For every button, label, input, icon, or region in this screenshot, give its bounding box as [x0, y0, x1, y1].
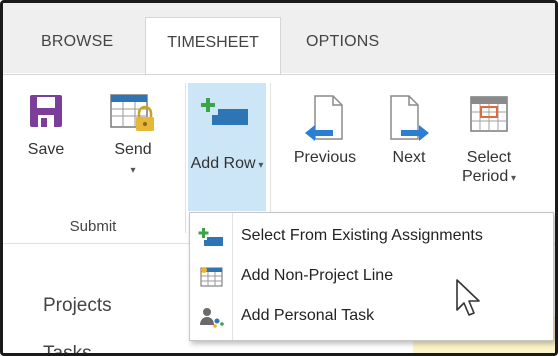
previous-period-icon [305, 95, 343, 141]
add-row-dropdown-caret-icon: ▾ [255, 160, 264, 171]
app-window: BROWSE TIMESHEET OPTIONS Save Send ▾ Sub… [0, 0, 558, 356]
previous-label: Previous [293, 149, 357, 166]
add-row-button[interactable]: Add Row ▾ [188, 83, 266, 211]
tab-timesheet[interactable]: TIMESHEET [145, 17, 281, 75]
menu-item-add-personal-task[interactable]: Add Personal Task [190, 297, 553, 337]
menu-item-label: Add Non-Project Line [241, 267, 394, 284]
left-nav-item-projects[interactable]: Projects [43, 295, 112, 317]
menu-item-label: Select From Existing Assignments [241, 227, 483, 244]
group-separator [185, 83, 186, 233]
tab-options[interactable]: OPTIONS [306, 33, 379, 51]
left-nav-item-tasks[interactable]: Tasks [43, 343, 92, 353]
tab-timesheet-label: TIMESHEET [167, 34, 259, 51]
save-icon [30, 95, 62, 127]
calendar-icon [470, 96, 508, 132]
mouse-cursor-icon [456, 279, 480, 316]
menu-item-select-existing-assignments[interactable]: Select From Existing Assignments [190, 217, 553, 257]
existing-assignments-icon [198, 228, 223, 246]
select-period-dropdown-caret-icon: ▾ [508, 173, 517, 184]
add-row-icon [201, 98, 248, 125]
group-separator [270, 83, 271, 233]
personal-task-icon [200, 308, 224, 328]
non-project-line-icon [200, 267, 223, 287]
ribbon-tab-strip: BROWSE TIMESHEET OPTIONS [3, 3, 555, 75]
submit-group-label: Submit [69, 218, 117, 235]
tab-browse[interactable]: BROWSE [41, 33, 113, 51]
select-period-label-line2: Period [461, 168, 509, 185]
send-button[interactable]: Send ▾ [103, 91, 163, 178]
menu-item-label: Add Personal Task [241, 307, 375, 324]
save-label: Save [27, 141, 65, 158]
next-period-icon [390, 95, 429, 141]
add-row-label-line1: Add [190, 155, 220, 172]
add-row-menu: Select From Existing Assignments Add Non… [189, 212, 554, 341]
select-period-label-line1: Select [466, 149, 512, 166]
send-label: Send [114, 141, 152, 158]
select-period-button[interactable]: Select Period ▾ [449, 93, 529, 186]
send-lock-icon [110, 94, 154, 131]
send-dropdown-caret-icon: ▾ [130, 165, 136, 176]
save-button[interactable]: Save [23, 91, 69, 160]
previous-button[interactable]: Previous [285, 93, 365, 168]
next-button[interactable]: Next [381, 93, 437, 168]
next-label: Next [392, 149, 426, 166]
menu-item-add-non-project-line[interactable]: Add Non-Project Line [190, 257, 553, 297]
add-row-label-line2: Row [223, 155, 256, 172]
